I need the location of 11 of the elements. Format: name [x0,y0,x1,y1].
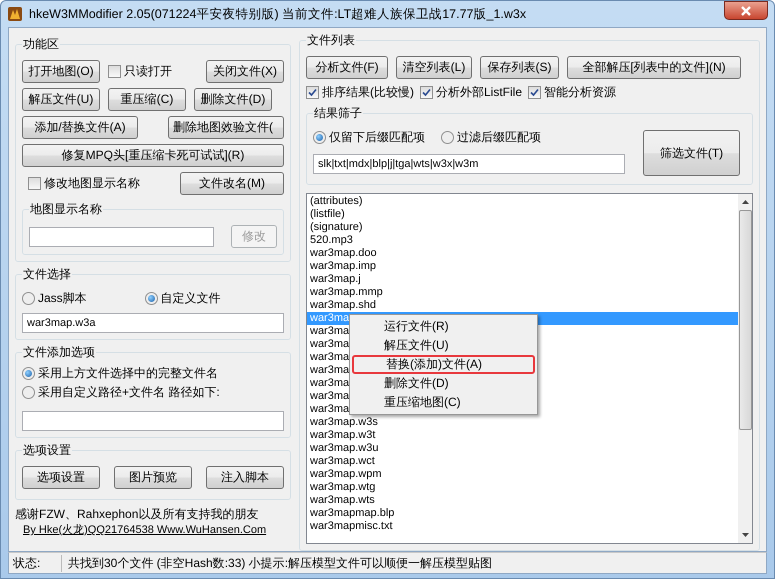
group-label: 文件列表 [306,32,356,49]
group-label: 结果筛子 [313,105,363,122]
group-label: 功能区 [22,36,60,53]
group-label: 地图显示名称 [29,201,103,218]
status-text: 共找到30个文件 (非空Hash数:33) 小提示:解压模型文件可以顺便一解压模型贴图 [67,554,492,572]
window-title: hkeW3MModifier 2.05(071224平安夜特别版) 当前文件:LT超难人族保卫战17.77版_1.w3x [29,6,526,22]
group-label: 文件选择 [22,266,72,283]
group-label: 选项设置 [22,442,72,459]
group-label: 文件添加选项 [22,344,96,361]
status-label: 状态: [9,554,62,572]
thanks-text: 感谢FZW、Rahxephon以及所有支持我的朋友 [15,506,260,523]
